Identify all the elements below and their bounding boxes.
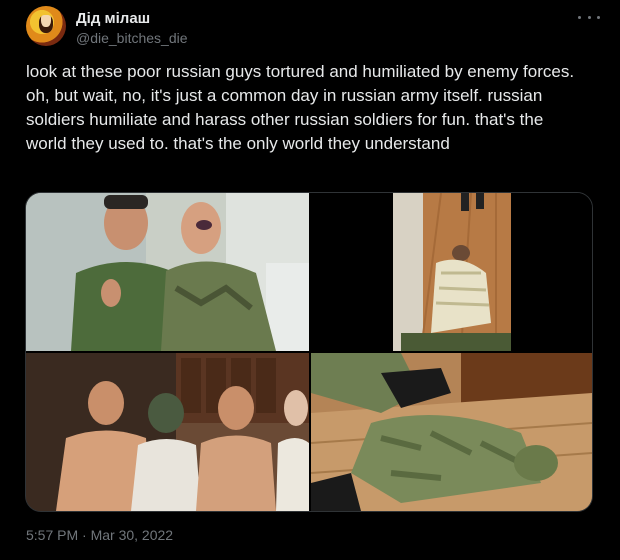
author-handle[interactable]: @die_bitches_die	[76, 30, 188, 46]
tweet-timestamp[interactable]: 5:57 PM · Mar 30, 2022	[26, 527, 173, 543]
avatar[interactable]	[26, 6, 66, 46]
author-name[interactable]: Дід мілаш	[76, 10, 150, 27]
photo-4[interactable]	[311, 353, 592, 511]
photo-2-image	[311, 193, 592, 351]
photo-2[interactable]	[311, 193, 592, 351]
photo-1[interactable]	[26, 193, 309, 351]
photo-3-image	[26, 353, 309, 511]
tweet-header: Дід мілаш @die_bitches_die	[26, 6, 602, 48]
more-options-icon[interactable]	[578, 10, 600, 24]
photo-4-image	[311, 353, 592, 511]
tweet-text: look at these poor russian guys tortured…	[26, 62, 575, 153]
media-grid	[25, 192, 593, 512]
photo-3[interactable]	[26, 353, 309, 511]
photo-1-image	[26, 193, 309, 351]
